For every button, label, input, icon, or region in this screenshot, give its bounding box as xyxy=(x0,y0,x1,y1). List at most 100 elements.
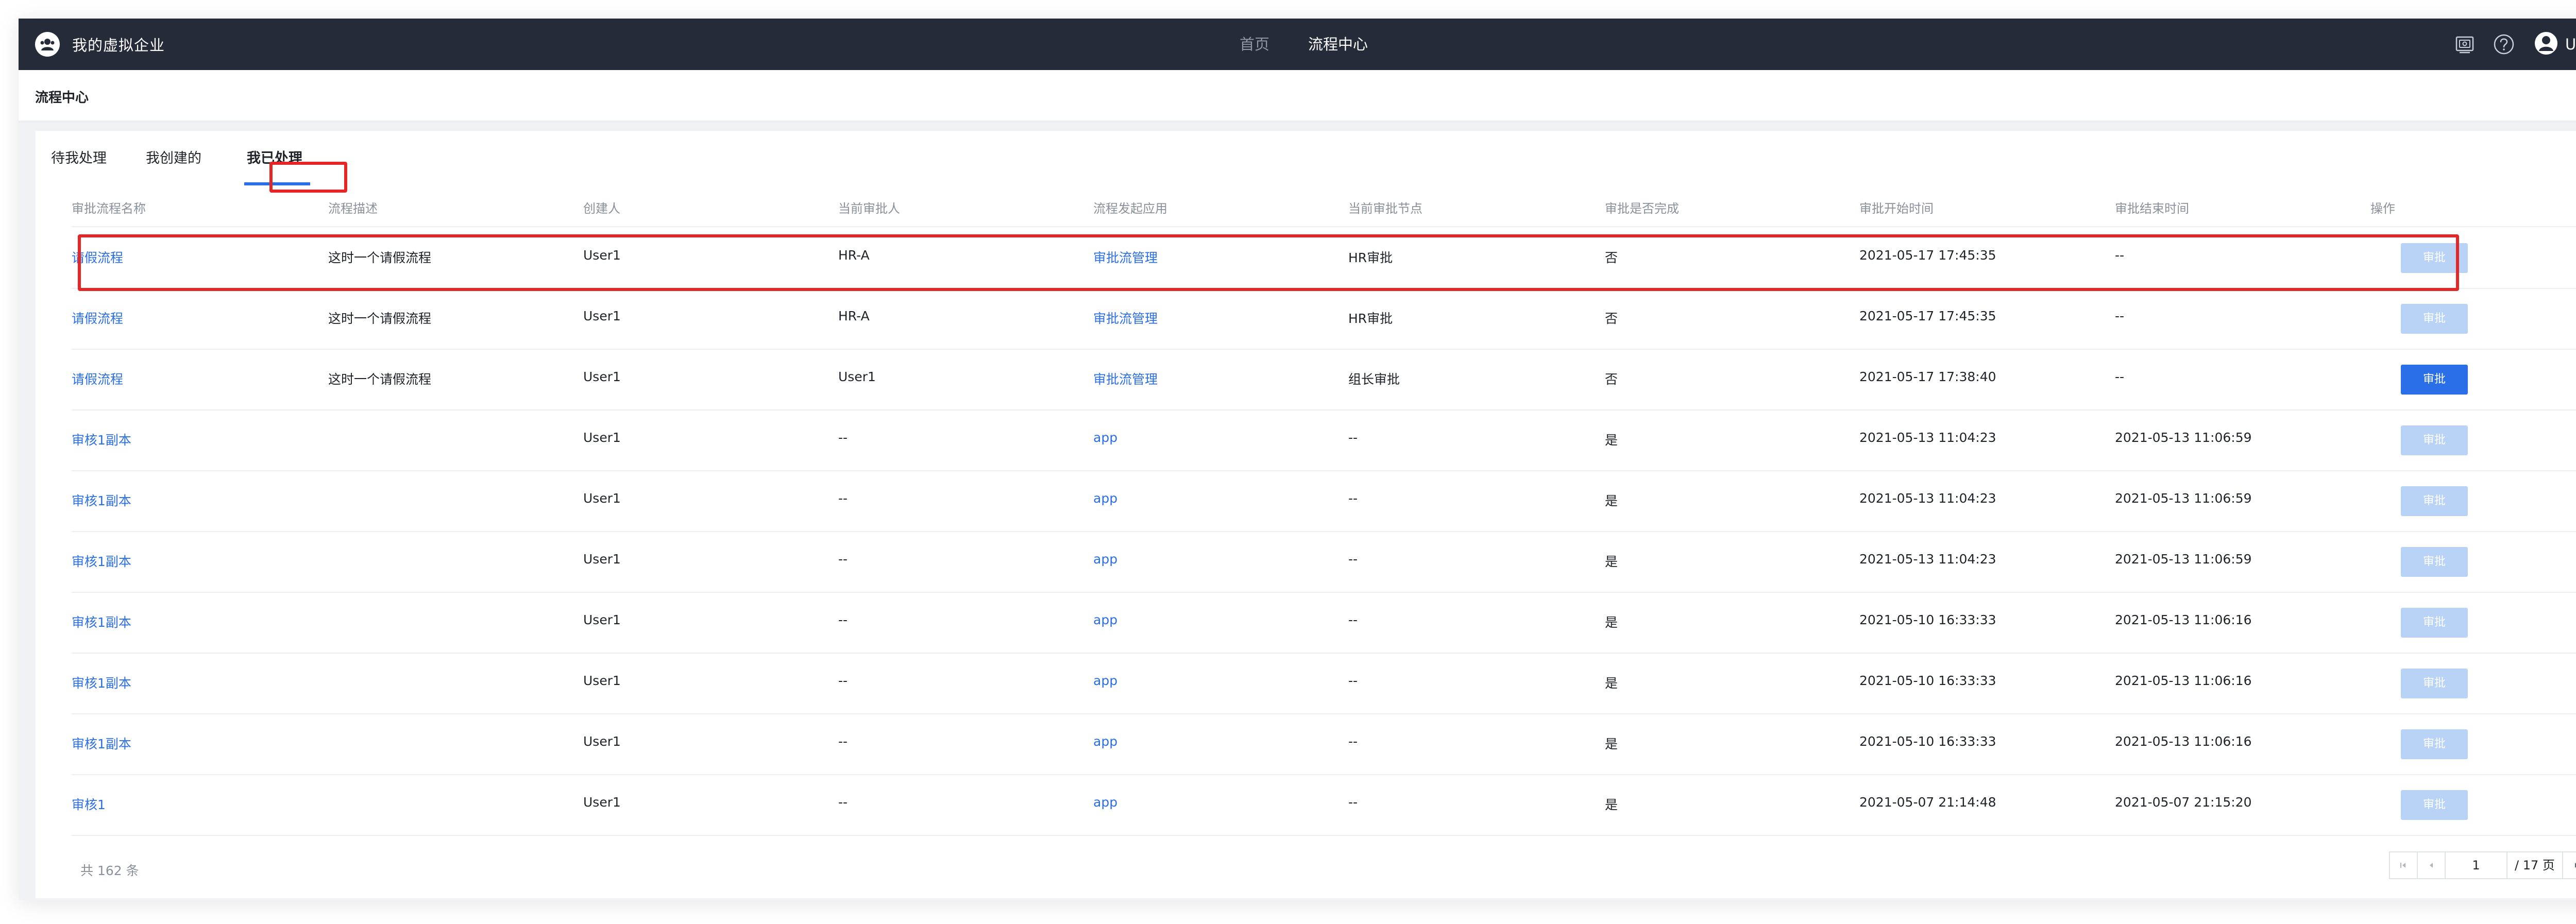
page-number-input[interactable] xyxy=(2445,851,2507,879)
current-approver-cell: -- xyxy=(838,612,848,627)
approve-button[interactable]: 审批 xyxy=(2401,304,2468,334)
current-node-cell: -- xyxy=(1348,734,1358,749)
process-name-cell[interactable]: 请假流程 xyxy=(72,309,123,327)
is-completed-cell: 是 xyxy=(1605,615,1618,630)
approve-button[interactable]: 审批 xyxy=(2401,608,2468,638)
column-header: 当前审批人 xyxy=(838,201,900,216)
start-time-cell: 2021-05-10 16:33:33 xyxy=(1859,612,1996,627)
process-name-cell[interactable]: 审核1副本 xyxy=(72,734,131,752)
total-pages: / 17 页 xyxy=(2506,851,2563,879)
approve-button[interactable]: 审批 xyxy=(2401,425,2468,455)
end-time-cell: 2021-05-13 11:06:59 xyxy=(2115,430,2252,445)
is-completed-cell: 是 xyxy=(1605,433,1618,448)
process-name-cell[interactable]: 审核1副本 xyxy=(72,552,131,570)
prev-page-icon[interactable] xyxy=(2417,851,2446,879)
end-time-cell: 2021-05-07 21:15:20 xyxy=(2115,795,2252,810)
origin-app-cell[interactable]: app xyxy=(1093,612,1117,627)
current-approver-cell: -- xyxy=(838,673,848,688)
creator-cell: User1 xyxy=(583,795,621,810)
end-time-cell: 2021-05-13 11:06:59 xyxy=(2115,491,2252,506)
current-node-cell: HR审批 xyxy=(1348,311,1393,326)
user-menu[interactable]: User1 xyxy=(2534,19,2576,70)
creator-cell: User1 xyxy=(583,734,621,749)
current-node-cell: -- xyxy=(1348,430,1358,445)
first-page-icon[interactable] xyxy=(2389,851,2418,879)
origin-app-cell[interactable]: app xyxy=(1093,430,1117,445)
is-completed-cell: 是 xyxy=(1605,554,1618,569)
content-card: 待我处理 我创建的 我已处理 审批流程名称 流程描述 创建人 当前审批人 流程发起应用当… xyxy=(36,131,2576,898)
nav-home-link[interactable]: 首页 xyxy=(1240,19,1269,70)
brand[interactable]: 我的虚拟企业 xyxy=(35,19,165,70)
current-node-cell: -- xyxy=(1348,552,1358,567)
process-name-cell[interactable]: 审核1副本 xyxy=(72,491,131,509)
process-name-cell[interactable]: 审核1 xyxy=(72,795,106,813)
screenshot-icon[interactable] xyxy=(2452,32,2477,57)
current-approver-cell: -- xyxy=(838,491,848,506)
current-node-cell: -- xyxy=(1348,673,1358,688)
current-approver-cell: HR-A xyxy=(838,309,870,323)
table-row: 审核1副本 User1 -- app -- 是 2021-05-10 16:33:33 202… xyxy=(72,653,2576,714)
start-time-cell: 2021-05-13 11:04:23 xyxy=(1859,552,1996,567)
start-time-cell: 2021-05-17 17:38:40 xyxy=(1859,369,1996,384)
description-cell: 这时一个请假流程 xyxy=(328,311,432,326)
start-time-cell: 2021-05-13 11:04:23 xyxy=(1859,491,1996,506)
table-header: 审批流程名称 流程描述 创建人 当前审批人 流程发起应用 当前审批节点 审批是否完成 审批开始… xyxy=(72,185,2576,227)
tab-created[interactable]: 我创建的 xyxy=(146,131,201,186)
highlight-box-row xyxy=(78,234,2459,291)
origin-app-cell[interactable]: app xyxy=(1093,795,1117,810)
column-header: 当前审批节点 xyxy=(1348,201,1422,216)
process-name-cell[interactable]: 请假流程 xyxy=(72,369,123,388)
current-approver-cell: -- xyxy=(838,552,848,567)
is-completed-cell: 是 xyxy=(1605,797,1618,812)
current-node-cell: -- xyxy=(1348,795,1358,810)
process-name-cell[interactable]: 审核1副本 xyxy=(72,612,131,631)
is-completed-cell: 是 xyxy=(1605,737,1618,751)
origin-app-cell[interactable]: 审批流管理 xyxy=(1093,309,1158,327)
start-time-cell: 2021-05-10 16:33:33 xyxy=(1859,734,1996,749)
user-name: User1 xyxy=(2565,36,2576,53)
origin-app-cell[interactable]: app xyxy=(1093,491,1117,506)
column-header: 流程描述 xyxy=(328,201,378,216)
start-time-cell: 2021-05-13 11:04:23 xyxy=(1859,430,1996,445)
is-completed-cell: 是 xyxy=(1605,676,1618,691)
end-time-cell: -- xyxy=(2115,369,2125,384)
origin-app-cell[interactable]: app xyxy=(1093,552,1117,567)
brand-logo-icon xyxy=(35,32,60,57)
process-name-cell[interactable]: 审核1副本 xyxy=(72,430,131,449)
creator-cell: User1 xyxy=(583,673,621,688)
origin-app-cell[interactable]: app xyxy=(1093,734,1117,749)
creator-cell: User1 xyxy=(583,309,621,323)
page-title: 流程中心 xyxy=(35,90,89,106)
current-approver-cell: -- xyxy=(838,430,848,445)
approve-button[interactable]: 审批 xyxy=(2401,729,2468,759)
table-row: 审核1副本 User1 -- app -- 是 2021-05-13 11:04:23 202… xyxy=(72,531,2576,593)
origin-app-cell[interactable]: app xyxy=(1093,673,1117,688)
column-header: 流程发起应用 xyxy=(1093,201,1167,216)
table-row: 审核1副本 User1 -- app -- 是 2021-05-10 16:33:33 202… xyxy=(72,592,2576,654)
table-row: 审核1副本 User1 -- app -- 是 2021-05-13 11:04:23 202… xyxy=(72,409,2576,471)
is-completed-cell: 否 xyxy=(1605,372,1618,387)
next-page-icon[interactable] xyxy=(2562,851,2576,879)
pagination: / 17 页 xyxy=(2389,851,2576,879)
approve-button[interactable]: 审批 xyxy=(2401,669,2468,698)
current-approver-cell: -- xyxy=(838,795,848,810)
approve-button[interactable]: 审批 xyxy=(2401,486,2468,516)
current-node-cell: 组长审批 xyxy=(1348,372,1400,387)
approve-button[interactable]: 审批 xyxy=(2401,365,2468,395)
is-completed-cell: 是 xyxy=(1605,493,1618,508)
current-node-cell: -- xyxy=(1348,491,1358,506)
process-name-cell[interactable]: 审核1副本 xyxy=(72,673,131,692)
column-header: 审批结束时间 xyxy=(2115,201,2189,216)
approve-button[interactable]: 审批 xyxy=(2401,790,2468,820)
tab-pending[interactable]: 待我处理 xyxy=(51,131,107,186)
highlight-box-tab xyxy=(269,162,347,193)
description-cell: 这时一个请假流程 xyxy=(328,372,432,387)
approve-button[interactable]: 审批 xyxy=(2401,547,2468,577)
help-circle-icon[interactable] xyxy=(2492,32,2516,57)
column-header: 创建人 xyxy=(583,201,620,216)
column-header: 审批开始时间 xyxy=(1859,201,1934,216)
origin-app-cell[interactable]: 审批流管理 xyxy=(1093,369,1158,388)
is-completed-cell: 否 xyxy=(1605,311,1618,326)
end-time-cell: 2021-05-13 11:06:59 xyxy=(2115,552,2252,567)
nav-flow-center-link[interactable]: 流程中心 xyxy=(1308,19,1368,70)
